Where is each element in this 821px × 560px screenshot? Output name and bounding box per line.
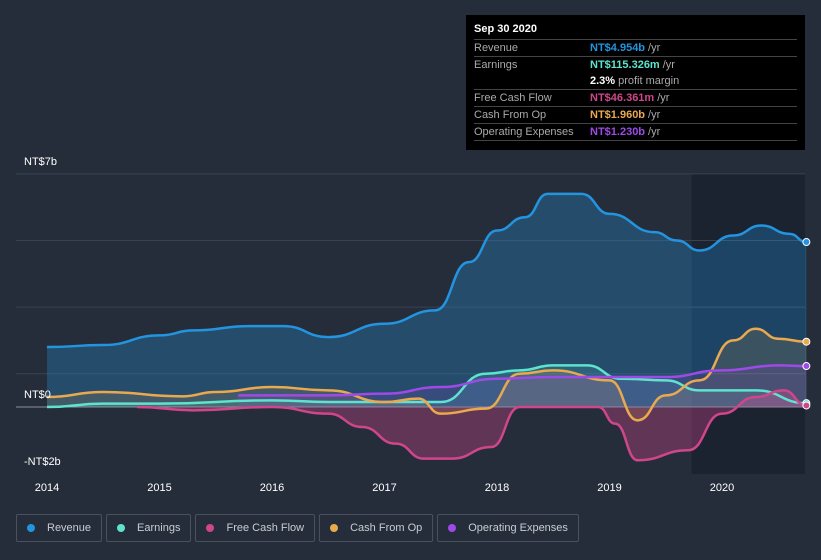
legend-label: Operating Expenses — [468, 522, 568, 534]
legend-dot-icon — [27, 524, 35, 532]
tooltip-unit: /yr — [648, 109, 661, 121]
x-tick-label: 2017 — [372, 482, 396, 494]
tooltip-value: NT$115.326m — [590, 59, 660, 71]
legend-item-earnings[interactable]: Earnings — [106, 514, 192, 542]
legend-item-cash-from-op[interactable]: Cash From Op — [319, 514, 434, 542]
legend-dot-icon — [330, 524, 339, 532]
tooltip-unit: /yr — [648, 126, 661, 138]
tooltip-value: 2.3% — [590, 75, 616, 87]
tooltip-unit: /yr — [648, 42, 661, 54]
legend-label: Earnings — [137, 522, 181, 534]
x-tick-label: 2015 — [147, 482, 171, 494]
legend-dot-icon — [206, 524, 215, 532]
tooltip-value: NT$1.960b — [590, 109, 646, 121]
tooltip-row: Earnings NT$115.326m/yr — [474, 57, 797, 73]
y-label-zero: NT$0 — [24, 389, 51, 401]
x-tick-label: 2018 — [485, 482, 509, 494]
tooltip-value: NT$46.361m — [590, 92, 655, 104]
legend-label: Revenue — [47, 522, 92, 534]
tooltip-row: Operating Expenses NT$1.230b/yr — [474, 124, 797, 141]
cash-from-op-end-point — [802, 337, 811, 346]
y-label-top: NT$7b — [24, 156, 58, 168]
legend-dot-icon — [117, 524, 126, 532]
x-tick-label: 2020 — [710, 482, 734, 494]
revenue-end-point — [802, 238, 811, 247]
tooltip-unit: /yr — [662, 59, 675, 71]
tooltip-row: Revenue NT$4.954b/yr — [474, 40, 797, 57]
tooltip-row: 2.3% profit margin — [474, 73, 797, 90]
tooltip-value: NT$1.230b — [590, 126, 646, 138]
tooltip-label: Operating Expenses — [474, 126, 574, 138]
tooltip-label: Free Cash Flow — [474, 92, 552, 104]
legend-label: Cash From Op — [350, 522, 423, 534]
legend-dot-icon — [448, 524, 457, 532]
tooltip-label: Cash From Op — [474, 109, 547, 121]
operating-expenses-end-point — [802, 362, 811, 371]
tooltip-row: Cash From Op NT$1.960b/yr — [474, 107, 797, 124]
tooltip-label — [474, 73, 590, 89]
tooltip-date: Sep 30 2020 — [474, 23, 797, 40]
y-label-bottom: -NT$2b — [24, 456, 61, 468]
tooltip-row: Free Cash Flow NT$46.361m/yr — [474, 90, 797, 107]
free-cash-flow-end-point — [802, 401, 811, 410]
tooltip-unit: profit margin — [618, 75, 680, 87]
tooltip-unit: /yr — [657, 92, 670, 104]
x-tick-label: 2019 — [597, 482, 621, 494]
legend-item-revenue[interactable]: Revenue — [16, 514, 103, 542]
x-tick-label: 2014 — [35, 482, 59, 494]
tooltip-value: NT$4.954b — [590, 42, 646, 54]
legend-item-free-cash-flow[interactable]: Free Cash Flow — [195, 514, 316, 542]
tooltip-label: Earnings — [474, 59, 518, 71]
legend: Revenue Earnings Free Cash Flow Cash From O… — [16, 514, 579, 542]
tooltip: Sep 30 2020 Revenue NT$4.954b/yr Earnings N… — [466, 15, 805, 150]
legend-label: Free Cash Flow — [226, 522, 305, 534]
legend-item-operating-expenses[interactable]: Operating Expenses — [437, 514, 579, 542]
tooltip-label: Revenue — [474, 42, 519, 54]
x-tick-label: 2016 — [260, 482, 284, 494]
